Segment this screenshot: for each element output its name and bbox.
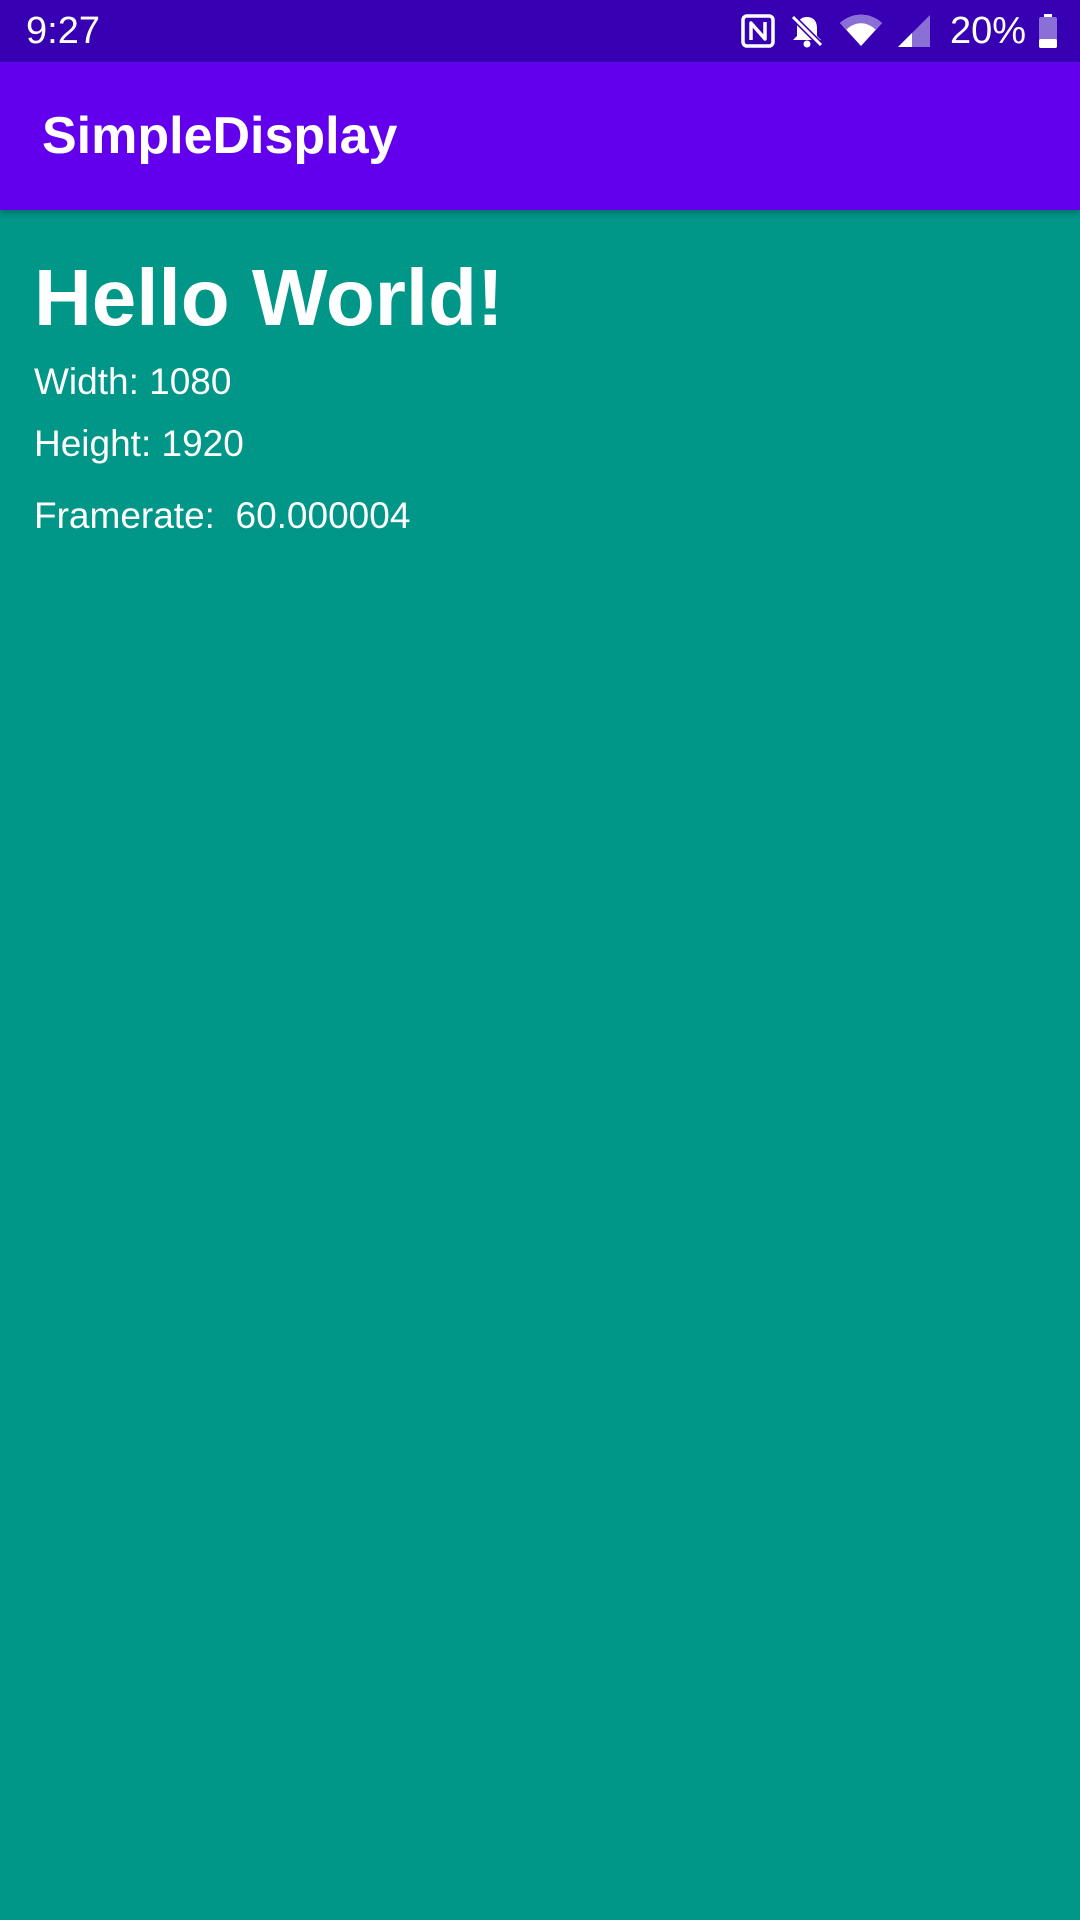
notifications-off-icon xyxy=(788,12,826,50)
status-time: 9:27 xyxy=(26,10,100,52)
height-label: Height: 1920 xyxy=(34,423,244,464)
width-label: Width: 1080 xyxy=(34,361,232,402)
nfc-icon xyxy=(740,13,776,49)
battery-percentage: 20% xyxy=(949,10,1026,52)
app-bar: SimpleDisplay xyxy=(0,62,1080,210)
status-icons: 20% xyxy=(728,10,1058,52)
main-content: Hello World! Width: 1080 Height: 1920 Fr… xyxy=(34,250,504,538)
wifi-icon xyxy=(838,13,884,49)
hello-heading: Hello World! xyxy=(34,253,504,342)
cell-signal-icon xyxy=(896,13,932,49)
app-title: SimpleDisplay xyxy=(42,107,398,165)
framerate-label: Framerate: 60.000004 xyxy=(34,495,411,536)
battery-icon xyxy=(1038,13,1058,49)
status-bar: 9:27 20% xyxy=(0,0,1080,62)
